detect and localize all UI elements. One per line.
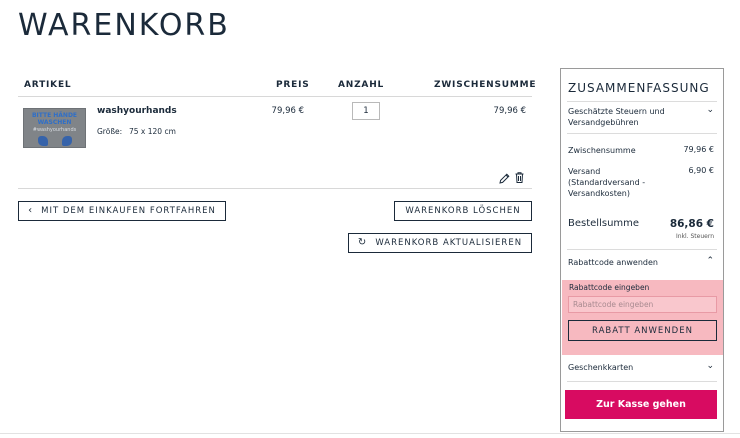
clear-cart-button[interactable]: WARENKORB LÖSCHEN bbox=[394, 201, 532, 221]
header-divider bbox=[18, 96, 532, 97]
summary-title: ZUSAMMENFASSUNG bbox=[568, 81, 710, 95]
discount-field-label: Rabattcode eingeben bbox=[569, 283, 650, 292]
apply-discount-button[interactable]: RABATT ANWENDEN bbox=[568, 320, 717, 341]
summary-divider bbox=[567, 133, 717, 134]
update-cart-button[interactable]: ↻ WARENKORB AKTUALISIEREN bbox=[348, 233, 532, 253]
taxes-label: Geschätzte Steuern und bbox=[568, 107, 665, 116]
order-total-note: Inkl. Steuern bbox=[675, 233, 714, 240]
pencil-icon[interactable] bbox=[498, 170, 511, 184]
chevron-up-icon: ⌃ bbox=[706, 256, 714, 266]
order-total-label: Bestellsumme bbox=[568, 218, 640, 229]
order-total-value: 86,86 € bbox=[669, 218, 714, 230]
continue-shopping-button[interactable]: ‹ MIT DEM EINKAUFEN FORTFAHREN bbox=[18, 201, 226, 221]
product-subtotal: 79,96 € bbox=[493, 106, 526, 116]
taxes-label: Versandgebühren bbox=[568, 118, 639, 127]
chevron-down-icon: ⌄ bbox=[706, 105, 714, 115]
summary-divider bbox=[567, 249, 717, 250]
refresh-icon: ↻ bbox=[357, 237, 368, 248]
shipping-value: 6,90 € bbox=[688, 166, 714, 175]
chevron-down-icon: ⌄ bbox=[706, 361, 714, 371]
checkout-button[interactable]: Zur Kasse gehen bbox=[565, 390, 717, 419]
summary-divider bbox=[567, 101, 717, 102]
column-header-subtotal: ZWISCHENSUMME bbox=[434, 80, 537, 90]
continue-shopping-label: MIT DEM EINKAUFEN FORTFAHREN bbox=[41, 206, 216, 216]
shipping-label: (Standardversand - bbox=[568, 178, 646, 187]
summary-divider bbox=[567, 381, 717, 382]
trash-icon[interactable] bbox=[513, 169, 526, 183]
product-image-text: #washyourhands bbox=[32, 127, 77, 133]
page-title: WARENKORB bbox=[18, 8, 230, 43]
hand-icon bbox=[38, 136, 48, 146]
update-cart-label: WARENKORB AKTUALISIEREN bbox=[375, 238, 523, 248]
discount-section-label: Rabattcode anwenden bbox=[568, 258, 658, 267]
product-image-text: WASCHEN bbox=[37, 119, 72, 126]
quantity-input[interactable] bbox=[352, 102, 380, 120]
footer-divider bbox=[0, 433, 740, 434]
clear-cart-label: WARENKORB LÖSCHEN bbox=[405, 206, 521, 216]
row-divider bbox=[18, 188, 532, 189]
giftcards-label: Geschenkkarten bbox=[568, 363, 634, 372]
product-image-text: BITTE HÄNDE bbox=[31, 112, 78, 119]
summary-subtotal-label: Zwischensumme bbox=[568, 146, 636, 155]
order-summary: ZUSAMMENFASSUNG Geschätzte Steuern und V… bbox=[560, 68, 724, 432]
shipping-label: Versandkosten) bbox=[568, 189, 630, 198]
column-header-article: ARTIKEL bbox=[24, 80, 72, 90]
product-attribute-value: 75 x 120 cm bbox=[129, 127, 176, 136]
shipping-label: Versand bbox=[568, 167, 601, 176]
discount-code-input[interactable] bbox=[568, 296, 717, 313]
hand-icon bbox=[62, 136, 72, 146]
summary-subtotal-value: 79,96 € bbox=[683, 145, 714, 154]
chevron-left-icon: ‹ bbox=[28, 205, 34, 216]
product-image[interactable]: BITTE HÄNDE WASCHEN #washyourhands bbox=[23, 108, 86, 148]
discount-code-panel: Rabattcode eingeben RABATT ANWENDEN bbox=[562, 280, 723, 355]
product-price: 79,96 € bbox=[271, 106, 304, 116]
product-attribute-label: Größe: bbox=[97, 127, 123, 136]
column-header-quantity: ANZAHL bbox=[338, 80, 385, 90]
cart-table-header: ARTIKEL PREIS ANZAHL ZWISCHENSUMME bbox=[18, 80, 536, 96]
product-name[interactable]: washyourhands bbox=[97, 106, 177, 116]
column-header-price: PREIS bbox=[276, 80, 310, 90]
